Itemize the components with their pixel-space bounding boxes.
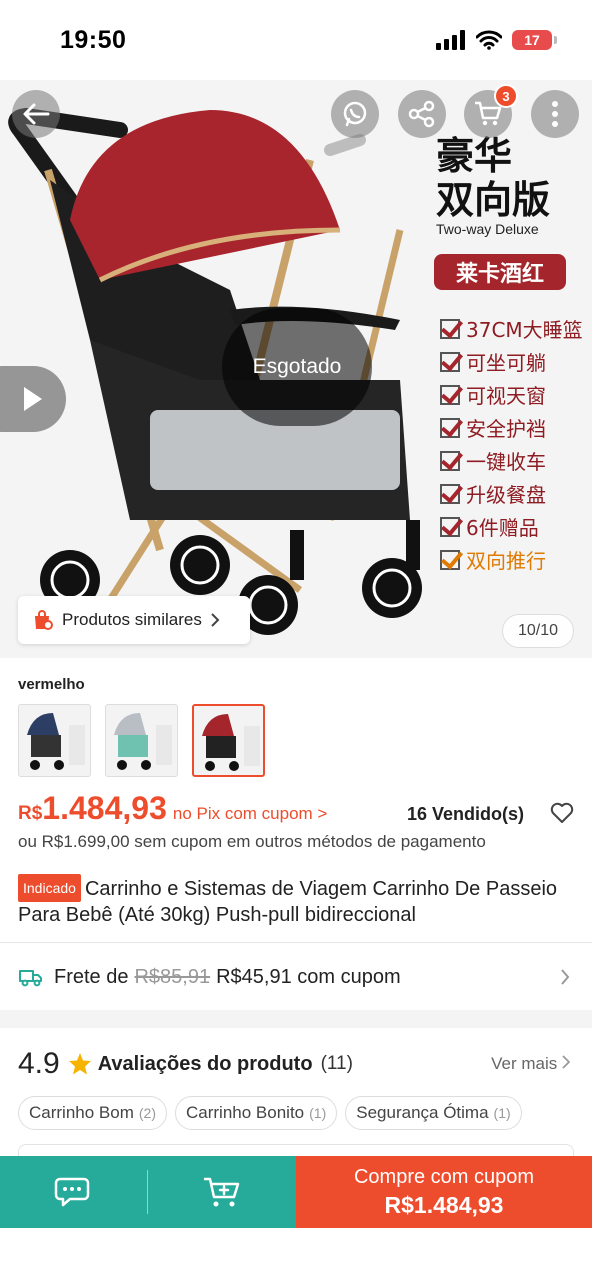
see-more-reviews-link[interactable]: Ver mais xyxy=(491,1054,571,1074)
status-icons: 17 xyxy=(436,30,557,50)
more-options-button[interactable] xyxy=(531,90,579,138)
variant-thumbnail-image xyxy=(202,714,260,771)
buy-button-price: R$1.484,93 xyxy=(384,1192,504,1218)
feature-item: 一键收车 xyxy=(440,444,583,477)
add-to-cart-icon xyxy=(203,1177,239,1207)
share-icon xyxy=(408,100,435,128)
price-currency: R$ xyxy=(18,803,43,824)
feature-item: 双向推行 xyxy=(440,543,583,576)
rating-value: 4.9 xyxy=(18,1047,60,1080)
variant-selector xyxy=(18,704,265,777)
hero-brand-line2: 双向版 xyxy=(436,178,551,222)
review-chip[interactable]: Carrinho Bom (2) xyxy=(18,1096,167,1130)
divider xyxy=(0,942,592,943)
hero-brand-subtitle: Two-way Deluxe xyxy=(436,221,539,237)
variant-thumbnail-image xyxy=(27,713,85,770)
shipping-old-price: R$85,91 xyxy=(134,965,211,988)
wifi-icon xyxy=(476,30,502,50)
add-to-cart-button[interactable] xyxy=(148,1156,295,1228)
feature-list: 37CM大睡篮 可坐可躺 可视天窗 安全护裆 一键收车 升级餐盘 6件赠品 双向… xyxy=(440,312,583,576)
bottom-left-actions xyxy=(0,1156,296,1228)
price-value: 1.484,93 xyxy=(42,790,167,826)
variant-label: vermelho xyxy=(18,676,85,693)
play-video-button[interactable] xyxy=(0,366,66,432)
more-vertical-icon xyxy=(552,101,558,127)
cart-button[interactable]: 3 xyxy=(464,84,518,138)
shipping-new-price: R$45,91 com cupom xyxy=(216,965,401,988)
check-icon xyxy=(440,483,460,504)
heart-icon[interactable] xyxy=(550,802,574,824)
shipping-row[interactable]: Frete de R$85,91 R$45,91 com cupom xyxy=(18,960,574,994)
status-bar: 19:50 17 xyxy=(0,0,592,80)
cart-count-badge: 3 xyxy=(494,84,518,108)
signal-icon xyxy=(436,30,465,50)
hero-brand-line1: 豪华 xyxy=(436,134,513,178)
rating-row: 4.9 Avaliações do produto (11) Ver mais xyxy=(18,1044,574,1084)
check-icon xyxy=(440,450,460,471)
section-separator xyxy=(0,1010,592,1028)
check-icon xyxy=(440,384,460,405)
variant-thumbnail-image xyxy=(114,713,172,770)
similar-products-button[interactable]: Produtos similares xyxy=(18,596,250,644)
variant-option-red[interactable] xyxy=(192,704,265,777)
similar-products-label: Produtos similares xyxy=(62,610,202,629)
chat-button[interactable] xyxy=(0,1156,147,1228)
buy-with-coupon-button[interactable]: Compre com cupom R$1.484,93 xyxy=(296,1156,592,1228)
battery-icon: 17 xyxy=(512,30,557,50)
feature-item: 可视天窗 xyxy=(440,378,583,411)
arrow-left-icon xyxy=(23,103,50,125)
feature-item: 安全护裆 xyxy=(440,411,583,444)
variant-option-blue[interactable] xyxy=(18,704,91,777)
alt-payment-price: ou R$1.699,00 sem cupom em outros método… xyxy=(18,832,486,851)
buy-button-label: Compre com cupom xyxy=(353,1166,535,1188)
feature-item: 37CM大睡篮 xyxy=(440,312,583,345)
chat-icon xyxy=(54,1177,89,1207)
feature-item: 升级餐盘 xyxy=(440,477,583,510)
product-title: Indicado Carrinho e Sistemas de Viagem Ca… xyxy=(18,874,574,928)
shipping-prefix: Frete de xyxy=(54,965,129,988)
truck-icon xyxy=(19,970,42,987)
price-row: R$ 1.484,93 no Pix com cupom > 16 Vendid… xyxy=(18,790,574,830)
feature-item: 6件赠品 xyxy=(440,510,583,543)
whatsapp-share-button[interactable] xyxy=(331,90,379,138)
sold-out-overlay: Esgotado xyxy=(222,308,372,426)
whatsapp-icon xyxy=(343,101,367,127)
check-icon xyxy=(440,549,460,570)
status-time: 19:50 xyxy=(60,25,127,54)
feature-item: 可坐可躺 xyxy=(440,345,583,378)
check-icon xyxy=(440,516,460,537)
sold-count: 16 Vendido(s) xyxy=(406,804,524,824)
review-tag-chips: Carrinho Bom (2) Carrinho Bonito (1) Segur… xyxy=(18,1096,522,1130)
share-button[interactable] xyxy=(398,90,446,138)
product-title-text: Carrinho e Sistemas de Viagem Carrinho D… xyxy=(18,878,558,926)
check-icon xyxy=(440,318,460,339)
shopping-bag-icon xyxy=(35,610,53,630)
chevron-right-icon xyxy=(562,1055,571,1069)
pix-coupon-link[interactable]: no Pix com cupom > xyxy=(173,804,328,824)
chevron-right-icon xyxy=(211,613,220,627)
back-button[interactable] xyxy=(12,90,60,138)
check-icon xyxy=(440,417,460,438)
review-chip[interactable]: Segurança Ótima (1) xyxy=(345,1096,522,1130)
review-chip[interactable]: Carrinho Bonito (1) xyxy=(175,1096,338,1130)
home-indicator-area xyxy=(0,1228,592,1280)
hero-color-badge: 莱卡酒红 xyxy=(434,254,566,290)
variant-option-grey[interactable] xyxy=(105,704,178,777)
image-counter: 10/10 xyxy=(502,614,574,648)
product-image-gallery[interactable]: 豪华 双向版 Two-way Deluxe 莱卡酒红 37CM大睡篮 可坐可躺 … xyxy=(0,80,592,658)
reviews-count: (11) xyxy=(320,1053,353,1074)
chevron-right-icon xyxy=(561,969,570,985)
star-icon xyxy=(68,1053,91,1075)
check-icon xyxy=(440,351,460,372)
reviews-title: Avaliações do produto xyxy=(97,1052,313,1075)
bottom-action-bar: Compre com cupom R$1.484,93 xyxy=(0,1156,592,1228)
hero-brand-title: 豪华 双向版 xyxy=(436,134,586,222)
recommended-tag: Indicado xyxy=(18,874,81,902)
